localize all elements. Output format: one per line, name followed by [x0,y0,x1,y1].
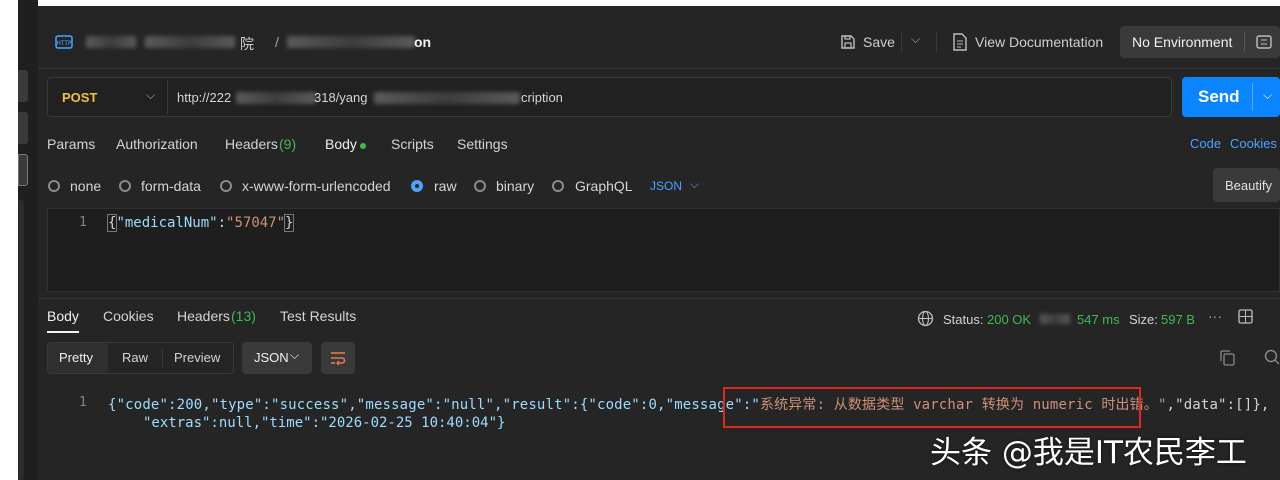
environment-divider [1244,32,1245,52]
radio-binary-label: binary [496,178,535,194]
response-tab-headers[interactable]: Headers [177,308,230,324]
save-divider [901,32,902,52]
save-options-chevron-icon[interactable]: ⌵ [911,32,920,47]
response-tab-headers-count: (13) [231,308,256,324]
radio-raw-label: raw [434,178,457,194]
layout-toggle-icon[interactable] [1238,309,1253,324]
url-input-mid[interactable]: 318/yang [314,90,368,105]
response-format-label: JSON [254,350,289,365]
tab-headers-count: (9) [279,136,297,152]
response-tab-cookies[interactable]: Cookies [103,308,154,324]
response-line-number: 1 [79,395,87,410]
breadcrumb-folder: 院 [240,36,254,52]
code-link[interactable]: Code [1190,136,1221,151]
tab-settings[interactable]: Settings [457,136,508,152]
header-separator [38,68,1280,69]
radio-form-data-label: form-data [141,178,201,194]
editor-line-number: 1 [79,215,87,230]
environment-quicklook-icon[interactable] [1256,34,1272,50]
more-options-icon[interactable]: ··· [1208,308,1222,324]
wrap-lines-icon [330,351,346,365]
send-divider [1252,83,1253,111]
radio-urlencoded[interactable] [220,180,232,192]
radio-raw[interactable] [411,180,423,192]
view-preview-button[interactable]: Preview [174,350,220,365]
request-title[interactable]: on [414,34,431,50]
cookies-link[interactable]: Cookies [1230,136,1277,151]
method-divider [167,80,168,114]
left-margin [0,0,18,480]
tab-body[interactable]: Body [325,136,357,152]
svg-text:HTTP: HTTP [56,40,72,47]
send-options-chevron-icon[interactable]: ⌵ [1263,88,1272,103]
tab-authorization[interactable]: Authorization [116,136,198,152]
response-line-2: "extras":null,"time":"2026-02-25 10:40:0… [143,415,506,431]
response-time-value[interactable]: 547 ms [1077,312,1120,327]
body-active-dot [360,143,366,149]
format-chevron-down-icon[interactable]: ⌵ [690,177,699,192]
radio-graphql-label: GraphQL [575,178,633,194]
tab-scripts[interactable]: Scripts [391,136,434,152]
document-icon [953,33,967,51]
environment-label: No Environment [1132,34,1233,50]
view-documentation-button[interactable]: View Documentation [975,34,1103,50]
save-icon [840,34,856,50]
method-selector[interactable]: POST [62,90,97,105]
radio-graphql[interactable] [552,180,564,192]
status-label: Status: [943,312,984,327]
response-format-chevron-icon: ⌵ [290,348,300,362]
json-key-medicalnum: "medicalNum" [116,215,218,231]
json-value-medicalnum: "57047" [226,215,286,231]
tab-headers[interactable]: Headers [225,136,278,152]
radio-none[interactable] [48,180,60,192]
redacted-url-path [374,92,520,104]
view-pretty-label: Pretty [59,350,93,365]
response-tab-body[interactable]: Body [47,308,79,324]
error-highlight-box [723,387,1141,428]
url-input-end[interactable]: cription [521,90,563,105]
redacted-time-label [1040,314,1070,324]
radio-binary[interactable] [474,180,486,192]
json-colon: : [217,215,227,231]
brace-close: } [283,214,295,232]
size-value[interactable]: 597 B [1161,312,1195,327]
view-raw-button[interactable]: Raw [122,350,148,365]
radio-urlencoded-label: x-www-form-urlencoded [242,178,391,194]
radio-form-data[interactable] [119,180,131,192]
response-tab-body-underline [47,331,79,333]
response-json-prefix: {"code":200,"type":"success","message":"… [108,397,760,413]
save-button[interactable]: Save [863,34,895,50]
globe-icon [917,310,934,327]
redacted-collection-name [86,36,136,48]
status-value[interactable]: 200 OK [987,312,1031,327]
window-top-edge [38,0,1280,6]
pane-separator [38,298,1280,299]
tab-params[interactable]: Params [47,136,95,152]
beautify-label: Beautify [1225,178,1272,193]
body-format-selector[interactable]: JSON [650,179,682,193]
docs-divider [936,32,937,52]
redacted-request-name [287,36,415,48]
method-chevron-down-icon[interactable]: ⌵ [146,88,155,103]
radio-none-label: none [70,178,102,194]
editor-line-1: {"medicalNum":"57047"} [106,214,295,232]
size-label: Size: [1129,312,1158,327]
url-input-start[interactable]: http://222 [177,90,231,105]
view-mode-divider [162,349,163,367]
redacted-url-host [236,92,316,104]
watermark: 头条 @我是IT农民李工 [930,435,1247,471]
sidebar-collapsed [18,0,38,480]
copy-icon[interactable] [1220,350,1235,366]
breadcrumb-separator: / [275,34,279,50]
search-icon[interactable] [1264,349,1280,365]
send-label: Send [1198,87,1240,106]
response-tab-test-results[interactable]: Test Results [280,308,356,324]
http-icon: HTTP [55,34,73,50]
redacted-folder-name [145,36,235,48]
response-json-suffix: ,"data":[]}, [1166,397,1270,413]
